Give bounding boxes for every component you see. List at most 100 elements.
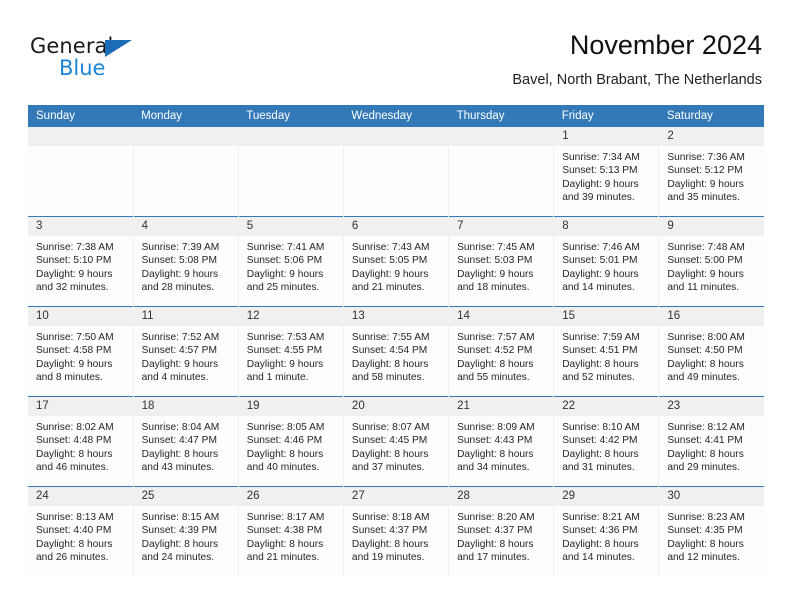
daylight-text-line2: and 25 minutes. <box>246 282 320 294</box>
sunrise-text: Sunrise: 8:21 AM <box>562 512 640 523</box>
day-number: 6 <box>343 217 449 236</box>
daylight-text-line2: and 11 minutes. <box>667 282 740 294</box>
day-number: 30 <box>659 487 764 506</box>
day-number: 19 <box>238 397 343 416</box>
day-details: Sunrise: 7:41 AM Sunset: 5:06 PM Daylight:… <box>239 236 343 295</box>
sunrise-text: Sunrise: 8:07 AM <box>351 422 430 433</box>
calendar-day-cell[interactable]: 20 Sunrise: 8:07 AM Sunset: 4:45 PM Dayligh… <box>343 396 450 487</box>
location-subtitle: Bavel, North Brabant, The Netherlands <box>512 72 762 88</box>
sunrise-text: Sunrise: 8:20 AM <box>457 512 535 523</box>
sunset-text: Sunset: 5:06 PM <box>246 255 323 267</box>
calendar-empty-cell <box>133 127 239 217</box>
weekday-header-sunday: Sunday <box>28 105 134 127</box>
day-details: Sunrise: 8:23 AM Sunset: 4:35 PM Daylight:… <box>659 506 764 565</box>
daylight-text-line2: and 18 minutes. <box>457 282 530 294</box>
calendar-day-cell[interactable]: 25 Sunrise: 8:15 AM Sunset: 4:39 PM Dayligh… <box>133 486 239 576</box>
sunrise-text: Sunrise: 8:18 AM <box>351 512 430 523</box>
day-details: Sunrise: 8:21 AM Sunset: 4:36 PM Daylight:… <box>554 506 658 565</box>
calendar-day-cell[interactable]: 21 Sunrise: 8:09 AM Sunset: 4:43 PM Dayligh… <box>448 396 555 487</box>
daylight-text-line2: and 46 minutes. <box>36 462 109 474</box>
daylight-text-line2: and 17 minutes. <box>457 552 530 564</box>
sunrise-text: Sunrise: 7:50 AM <box>36 332 114 343</box>
day-number: 10 <box>28 307 133 326</box>
sunrise-text: Sunrise: 8:17 AM <box>246 512 325 523</box>
calendar-day-cell[interactable]: 8 Sunrise: 7:46 AM Sunset: 5:01 PM Daylight… <box>553 216 660 307</box>
daylight-text-line2: and 19 minutes. <box>351 552 425 564</box>
calendar-day-cell[interactable]: 12 Sunrise: 7:53 AM Sunset: 4:55 PM Dayligh… <box>238 306 344 397</box>
daylight-text-line2: and 52 minutes. <box>562 372 635 384</box>
day-number: 3 <box>28 217 133 236</box>
calendar-day-cell[interactable]: 15 Sunrise: 7:59 AM Sunset: 4:51 PM Dayligh… <box>553 306 660 397</box>
sunset-text: Sunset: 4:47 PM <box>141 435 217 447</box>
sunset-text: Sunset: 4:37 PM <box>457 525 533 537</box>
sunset-text: Sunset: 4:50 PM <box>667 345 743 357</box>
calendar-day-cell[interactable]: 3 Sunrise: 7:38 AM Sunset: 5:10 PM Daylight… <box>28 216 134 307</box>
calendar-day-cell[interactable]: 26 Sunrise: 8:17 AM Sunset: 4:38 PM Dayligh… <box>238 486 344 576</box>
calendar-day-cell[interactable]: 5 Sunrise: 7:41 AM Sunset: 5:06 PM Daylight… <box>238 216 344 307</box>
sunset-text: Sunset: 4:45 PM <box>351 435 428 447</box>
calendar-day-cell[interactable]: 17 Sunrise: 8:02 AM Sunset: 4:48 PM Dayligh… <box>28 396 134 487</box>
calendar-day-cell[interactable]: 4 Sunrise: 7:39 AM Sunset: 5:08 PM Daylight… <box>133 216 239 307</box>
daylight-text-line2: and 28 minutes. <box>141 282 215 294</box>
calendar-day-cell[interactable]: 6 Sunrise: 7:43 AM Sunset: 5:05 PM Daylight… <box>343 216 450 307</box>
daylight-text-line1: Daylight: 9 hours <box>246 268 324 280</box>
calendar-day-cell[interactable]: 27 Sunrise: 8:18 AM Sunset: 4:37 PM Dayligh… <box>343 486 450 576</box>
day-number: 22 <box>554 397 659 416</box>
calendar-day-cell[interactable]: 24 Sunrise: 8:13 AM Sunset: 4:40 PM Dayligh… <box>28 486 134 576</box>
calendar-day-cell[interactable]: 9 Sunrise: 7:48 AM Sunset: 5:00 PM Daylight… <box>658 216 764 307</box>
day-number: 21 <box>449 397 554 416</box>
sunset-text: Sunset: 5:01 PM <box>562 255 638 267</box>
calendar-day-cell[interactable]: 13 Sunrise: 7:55 AM Sunset: 4:54 PM Dayligh… <box>343 306 450 397</box>
day-details: Sunrise: 8:10 AM Sunset: 4:42 PM Daylight:… <box>554 416 658 475</box>
calendar-day-cell[interactable]: 7 Sunrise: 7:45 AM Sunset: 5:03 PM Daylight… <box>448 216 555 307</box>
daylight-text-line2: and 21 minutes. <box>246 552 320 564</box>
day-details: Sunrise: 7:53 AM Sunset: 4:55 PM Daylight:… <box>239 326 343 385</box>
daylight-text-line2: and 14 minutes. <box>562 282 635 294</box>
daylight-text-line1: Daylight: 8 hours <box>141 448 219 460</box>
daylight-text-line1: Daylight: 8 hours <box>351 448 429 460</box>
day-details: Sunrise: 8:18 AM Sunset: 4:37 PM Daylight:… <box>344 506 448 565</box>
calendar-day-cell[interactable]: 18 Sunrise: 8:04 AM Sunset: 4:47 PM Dayligh… <box>133 396 239 487</box>
sunset-text: Sunset: 5:05 PM <box>351 255 428 267</box>
sunrise-text: Sunrise: 7:38 AM <box>36 242 114 253</box>
daylight-text-line2: and 29 minutes. <box>667 462 740 474</box>
calendar-day-cell[interactable]: 29 Sunrise: 8:21 AM Sunset: 4:36 PM Dayligh… <box>553 486 660 576</box>
day-number: 9 <box>659 217 764 236</box>
sunrise-text: Sunrise: 8:09 AM <box>457 422 535 433</box>
sunrise-text: Sunrise: 7:46 AM <box>562 242 640 253</box>
calendar-day-cell[interactable]: 10 Sunrise: 7:50 AM Sunset: 4:58 PM Dayligh… <box>28 306 134 397</box>
daylight-text-line2: and 34 minutes. <box>457 462 530 474</box>
daylight-text-line2: and 31 minutes. <box>562 462 635 474</box>
calendar-day-cell[interactable]: 16 Sunrise: 8:00 AM Sunset: 4:50 PM Dayligh… <box>658 306 764 397</box>
sunset-text: Sunset: 4:40 PM <box>36 525 112 537</box>
calendar-day-cell[interactable]: 30 Sunrise: 8:23 AM Sunset: 4:35 PM Dayligh… <box>658 486 764 576</box>
calendar-day-cell[interactable]: 2 Sunrise: 7:36 AM Sunset: 5:12 PM Daylight… <box>658 127 764 217</box>
calendar-day-cell[interactable]: 11 Sunrise: 7:52 AM Sunset: 4:57 PM Dayligh… <box>133 306 239 397</box>
day-details: Sunrise: 8:07 AM Sunset: 4:45 PM Daylight:… <box>344 416 448 475</box>
calendar-week-row: 17 Sunrise: 8:02 AM Sunset: 4:48 PM Dayligh… <box>28 396 764 487</box>
logo-text-blue: Blue <box>59 56 106 80</box>
day-number: 8 <box>554 217 659 236</box>
weekday-header-thursday: Thursday <box>448 105 554 127</box>
day-number <box>343 127 449 146</box>
calendar-empty-cell <box>238 127 344 217</box>
day-number: 7 <box>449 217 554 236</box>
page-title: November 2024 <box>569 30 762 60</box>
day-number: 25 <box>133 487 238 506</box>
sunset-text: Sunset: 5:12 PM <box>667 165 743 177</box>
calendar-day-cell[interactable]: 28 Sunrise: 8:20 AM Sunset: 4:37 PM Dayligh… <box>448 486 555 576</box>
calendar-day-cell[interactable]: 14 Sunrise: 7:57 AM Sunset: 4:52 PM Dayligh… <box>448 306 555 397</box>
calendar-body: 1 Sunrise: 7:34 AM Sunset: 5:13 PM Daylight… <box>28 127 764 576</box>
calendar-day-cell[interactable]: 19 Sunrise: 8:05 AM Sunset: 4:46 PM Dayligh… <box>238 396 344 487</box>
calendar-day-cell[interactable]: 22 Sunrise: 8:10 AM Sunset: 4:42 PM Dayligh… <box>553 396 660 487</box>
day-number: 1 <box>554 127 659 146</box>
sunset-text: Sunset: 4:48 PM <box>36 435 112 447</box>
sunrise-text: Sunrise: 7:55 AM <box>351 332 430 343</box>
day-number: 13 <box>343 307 449 326</box>
sunset-text: Sunset: 5:10 PM <box>36 255 112 267</box>
calendar-day-cell[interactable]: 23 Sunrise: 8:12 AM Sunset: 4:41 PM Dayligh… <box>658 396 764 487</box>
sunset-text: Sunset: 4:58 PM <box>36 345 112 357</box>
calendar-day-cell[interactable]: 1 Sunrise: 7:34 AM Sunset: 5:13 PM Daylight… <box>553 127 660 217</box>
day-number: 17 <box>28 397 133 416</box>
daylight-text-line1: Daylight: 9 hours <box>141 358 219 370</box>
